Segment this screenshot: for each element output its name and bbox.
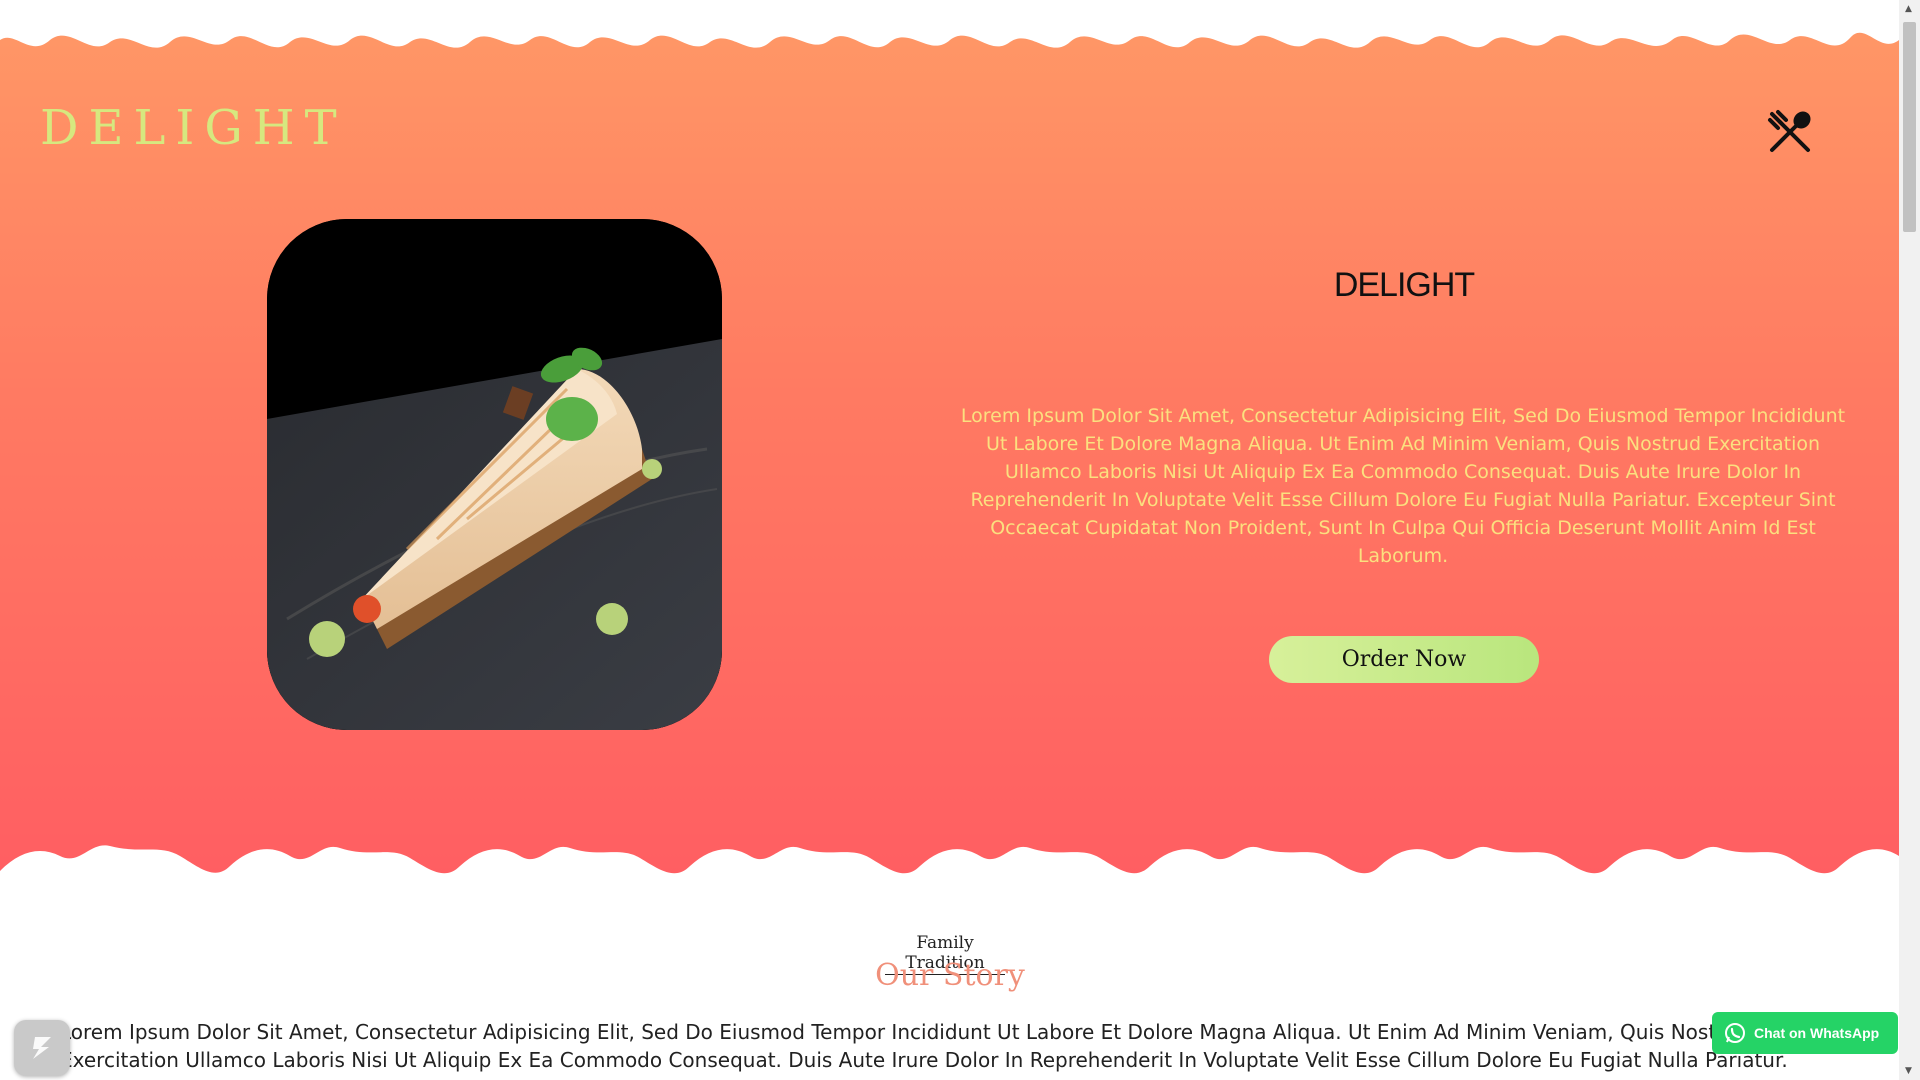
- scroll-up-icon[interactable]: ▲: [1905, 4, 1912, 14]
- hero-title: DELIGHT: [1333, 266, 1475, 304]
- hero-description: Lorem Ipsum Dolor Sit Amet, Consectetur …: [960, 405, 1846, 567]
- page-scrollbar[interactable]: ▲ ▼: [1899, 0, 1920, 1080]
- order-now-button[interactable]: Order Now: [1269, 636, 1539, 683]
- story-text: Lorem Ipsum Dolor Sit Amet, Consectetur …: [60, 1020, 1788, 1072]
- brand-logo[interactable]: DELIGHT: [40, 100, 347, 156]
- floating-widget-button[interactable]: [14, 1020, 70, 1076]
- scrollbar-thumb[interactable]: [1903, 22, 1916, 232]
- whatsapp-icon: [1725, 1023, 1745, 1043]
- hero-section: DELIGHT DELIGHT Lorem Ipsum Dolor Sit Am…: [0, 0, 1899, 886]
- whatsapp-chat-button[interactable]: Chat on WhatsApp: [1712, 1012, 1898, 1054]
- whatsapp-label: Chat on WhatsApp: [1754, 1025, 1880, 1041]
- story-title: Our Story: [875, 958, 1025, 993]
- top-wave-divider: [0, 0, 1899, 48]
- hero-cheesecake-image: [267, 219, 722, 730]
- scroll-down-icon[interactable]: ▼: [1905, 1066, 1912, 1076]
- utensils-icon[interactable]: [1766, 108, 1814, 156]
- lightning-logo-icon: [33, 1037, 51, 1059]
- bottom-wave-divider: [0, 845, 1899, 886]
